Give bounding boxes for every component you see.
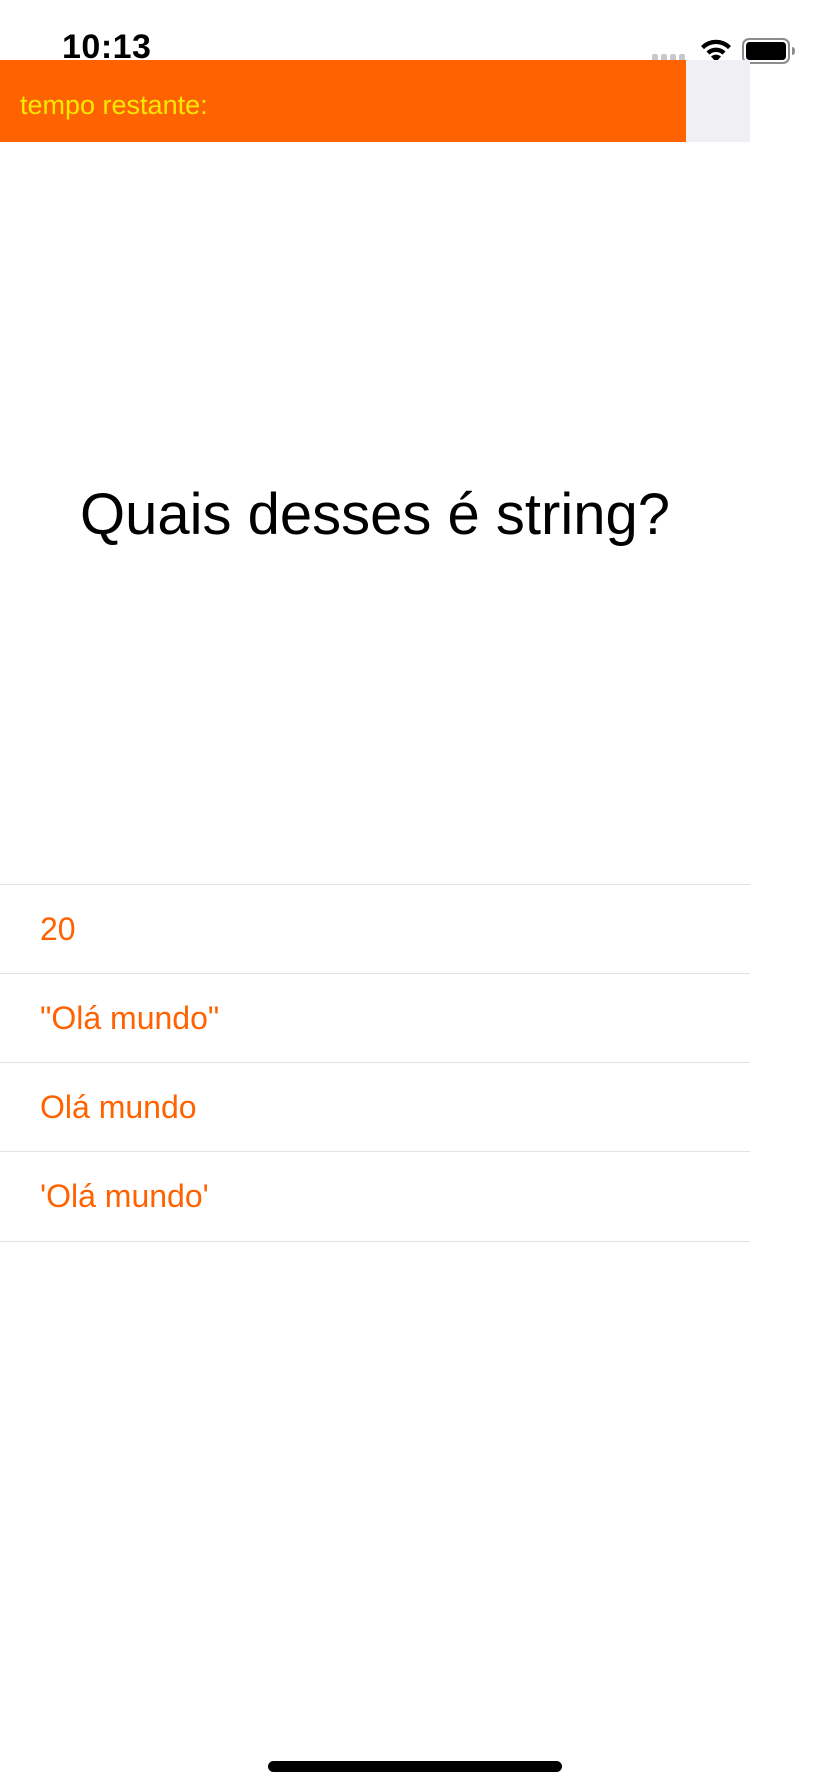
quiz-screen: 10:13 tempo restante: Quais desses é str… — [0, 0, 828, 1792]
home-indicator[interactable] — [268, 1761, 562, 1772]
answer-label: Olá mundo — [40, 1089, 197, 1125]
answer-label: "Olá mundo" — [40, 1000, 220, 1036]
answer-option[interactable]: 'Olá mundo' — [0, 1151, 750, 1242]
question-text: Quais desses é string? — [80, 482, 670, 547]
answer-option[interactable]: 20 — [0, 884, 750, 973]
answer-list: 20 "Olá mundo" Olá mundo 'Olá mundo' — [0, 884, 750, 1242]
status-bar: 10:13 — [0, 0, 828, 66]
answer-label: 'Olá mundo' — [40, 1178, 209, 1214]
answer-option[interactable]: "Olá mundo" — [0, 973, 750, 1062]
answer-option[interactable]: Olá mundo — [0, 1062, 750, 1151]
timer-label: tempo restante: — [20, 90, 208, 120]
battery-icon — [742, 38, 795, 64]
answer-label: 20 — [40, 911, 76, 947]
